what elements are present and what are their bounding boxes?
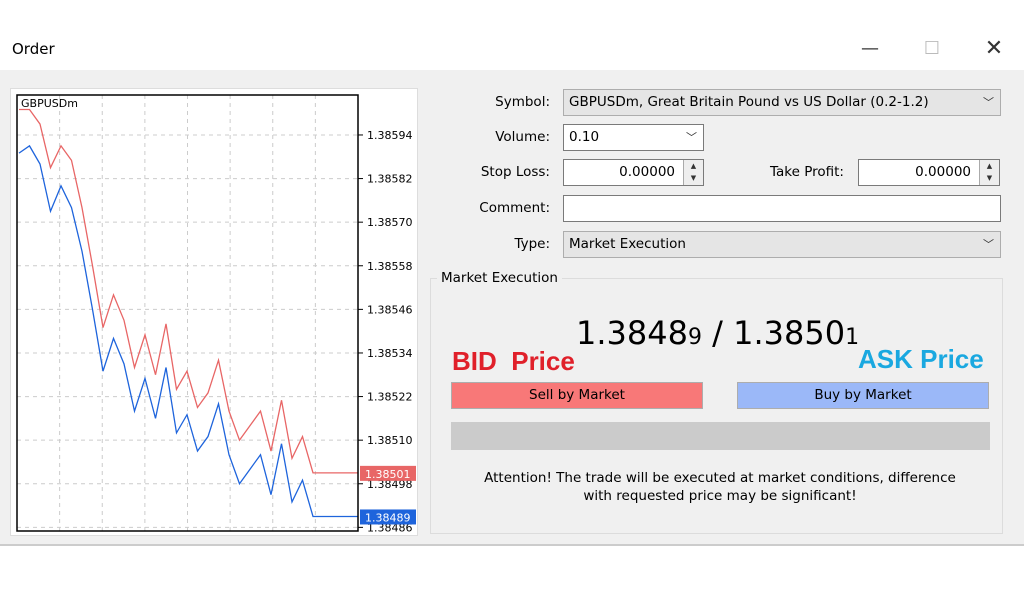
stoploss-spinner[interactable]: ▲ ▼ — [683, 160, 703, 185]
chevron-down-icon: ﹀ — [983, 238, 994, 251]
price-chart: 1.38594 1.38582 1.38570 1.38558 1.38546 1.385… — [10, 88, 418, 536]
price-label: 1.38489 — [365, 511, 411, 524]
quote-separator: / — [701, 314, 734, 352]
window-title: Order — [12, 40, 55, 58]
y-tick-label: 1.38570 — [367, 216, 413, 229]
y-tick-label: 1.38546 — [367, 303, 413, 316]
takeprofit-spinner[interactable]: ▲ ▼ — [979, 160, 999, 185]
quote-display: 1.38489 / 1.38501 — [576, 314, 859, 352]
stoploss-value: 0.00000 — [619, 164, 675, 180]
minimize-icon[interactable]: — — [855, 36, 885, 62]
price-label: 1.38501 — [365, 468, 411, 481]
comment-label: Comment: — [479, 200, 550, 216]
chart-svg: 1.38594 1.38582 1.38570 1.38558 1.38546 1.385… — [16, 94, 416, 534]
group-title: Market Execution — [437, 270, 562, 286]
close-icon[interactable]: ✕ — [979, 36, 1009, 62]
sell-by-market-button[interactable]: Sell by Market — [451, 382, 703, 409]
y-tick-label: 1.38534 — [367, 347, 413, 360]
volume-combo[interactable]: 0.10 ﹀ — [563, 124, 704, 151]
symbol-label: Symbol: — [495, 94, 550, 110]
maximize-icon[interactable]: ☐ — [917, 36, 947, 62]
bid-quote: 1.3848 — [576, 314, 688, 352]
type-label: Type: — [514, 236, 550, 252]
y-tick-label: 1.38582 — [367, 173, 413, 186]
takeprofit-label: Take Profit: — [770, 164, 844, 180]
takeprofit-input[interactable]: 0.00000 ▲ ▼ — [858, 159, 1000, 186]
stoploss-label: Stop Loss: — [480, 164, 550, 180]
takeprofit-value: 0.00000 — [915, 164, 971, 180]
symbol-value: GBPUSDm, Great Britain Pound vs US Dolla… — [569, 94, 929, 110]
y-tick-label: 1.38558 — [367, 260, 413, 273]
ask-quote: 1.3850 — [733, 314, 846, 352]
chevron-down-icon: ﹀ — [686, 131, 697, 144]
chevron-down-icon: ﹀ — [983, 96, 994, 109]
y-tick-label: 1.38510 — [367, 434, 413, 447]
volume-value: 0.10 — [569, 129, 600, 145]
comment-input[interactable] — [563, 195, 1001, 222]
type-select[interactable]: Market Execution ﹀ — [563, 231, 1001, 258]
y-tick-label: 1.38594 — [367, 129, 413, 142]
progress-bar — [451, 422, 990, 450]
bid-pip: 9 — [687, 325, 702, 350]
symbol-select[interactable]: GBPUSDm, Great Britain Pound vs US Dolla… — [563, 89, 1001, 116]
attention-text: Attention! The trade will be executed at… — [484, 470, 956, 504]
chart-title: GBPUSDm — [21, 97, 78, 110]
ask-annotation: ASK Price — [858, 344, 984, 374]
y-tick-label: 1.38522 — [367, 391, 413, 404]
type-value: Market Execution — [569, 236, 686, 252]
series-line-1 — [18, 144, 358, 518]
volume-label: Volume: — [495, 129, 550, 145]
bid-annotation: BID Price — [452, 346, 575, 376]
stoploss-input[interactable]: 0.00000 ▲ ▼ — [563, 159, 704, 186]
ask-pip: 1 — [845, 325, 860, 350]
buy-by-market-button[interactable]: Buy by Market — [737, 382, 989, 409]
